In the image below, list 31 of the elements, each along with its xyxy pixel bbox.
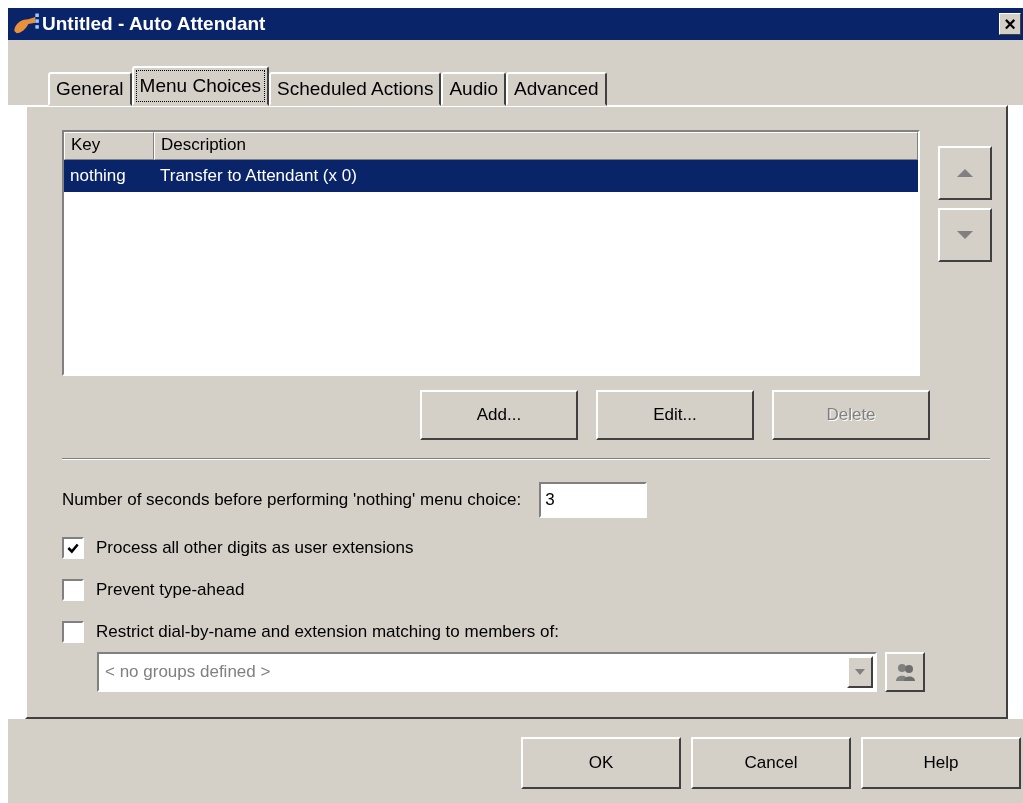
seconds-field[interactable]: 3 — [539, 482, 648, 518]
tab[interactable]: Advanced — [506, 72, 607, 106]
tab[interactable]: Menu Choices — [131, 66, 270, 106]
move-up-button[interactable] — [938, 146, 992, 200]
down-arrow-icon — [955, 229, 975, 241]
tab[interactable]: Audio — [441, 72, 506, 106]
action-button[interactable]: Add... — [420, 390, 578, 440]
dialog-button[interactable]: Cancel — [691, 737, 851, 789]
up-arrow-icon — [955, 167, 975, 179]
tab[interactable]: Scheduled Actions — [269, 72, 442, 106]
dialog-button[interactable]: Help — [861, 737, 1021, 789]
check-icon — [66, 541, 80, 555]
list-row[interactable]: nothing Transfer to Attendant (x 0) — [64, 160, 918, 192]
groups-button[interactable] — [885, 652, 925, 692]
checkbox[interactable] — [62, 621, 84, 643]
tab[interactable]: General — [48, 72, 132, 106]
checkbox[interactable] — [62, 579, 84, 601]
action-button[interactable]: Edit... — [596, 390, 754, 440]
checkbox[interactable] — [62, 537, 84, 559]
checkbox-label: Restrict dial-by-name and extension matching to members of: — [96, 622, 559, 642]
seconds-label: Number of seconds before performing 'nothing' menu choice: — [62, 490, 522, 510]
column-header[interactable]: Description — [154, 132, 918, 160]
checkbox-label: Prevent type-ahead — [96, 580, 245, 600]
column-header[interactable]: Key — [64, 132, 154, 160]
dialog-button[interactable]: OK — [521, 737, 681, 789]
caret-icon — [854, 668, 866, 676]
window-title: Untitled - Auto Attendant — [42, 13, 267, 35]
checkbox-label: Process all other digits as user extensions — [96, 538, 414, 558]
close-button[interactable]: × — [999, 13, 1021, 35]
move-down-button[interactable] — [938, 208, 992, 262]
hand-icon — [12, 12, 40, 36]
